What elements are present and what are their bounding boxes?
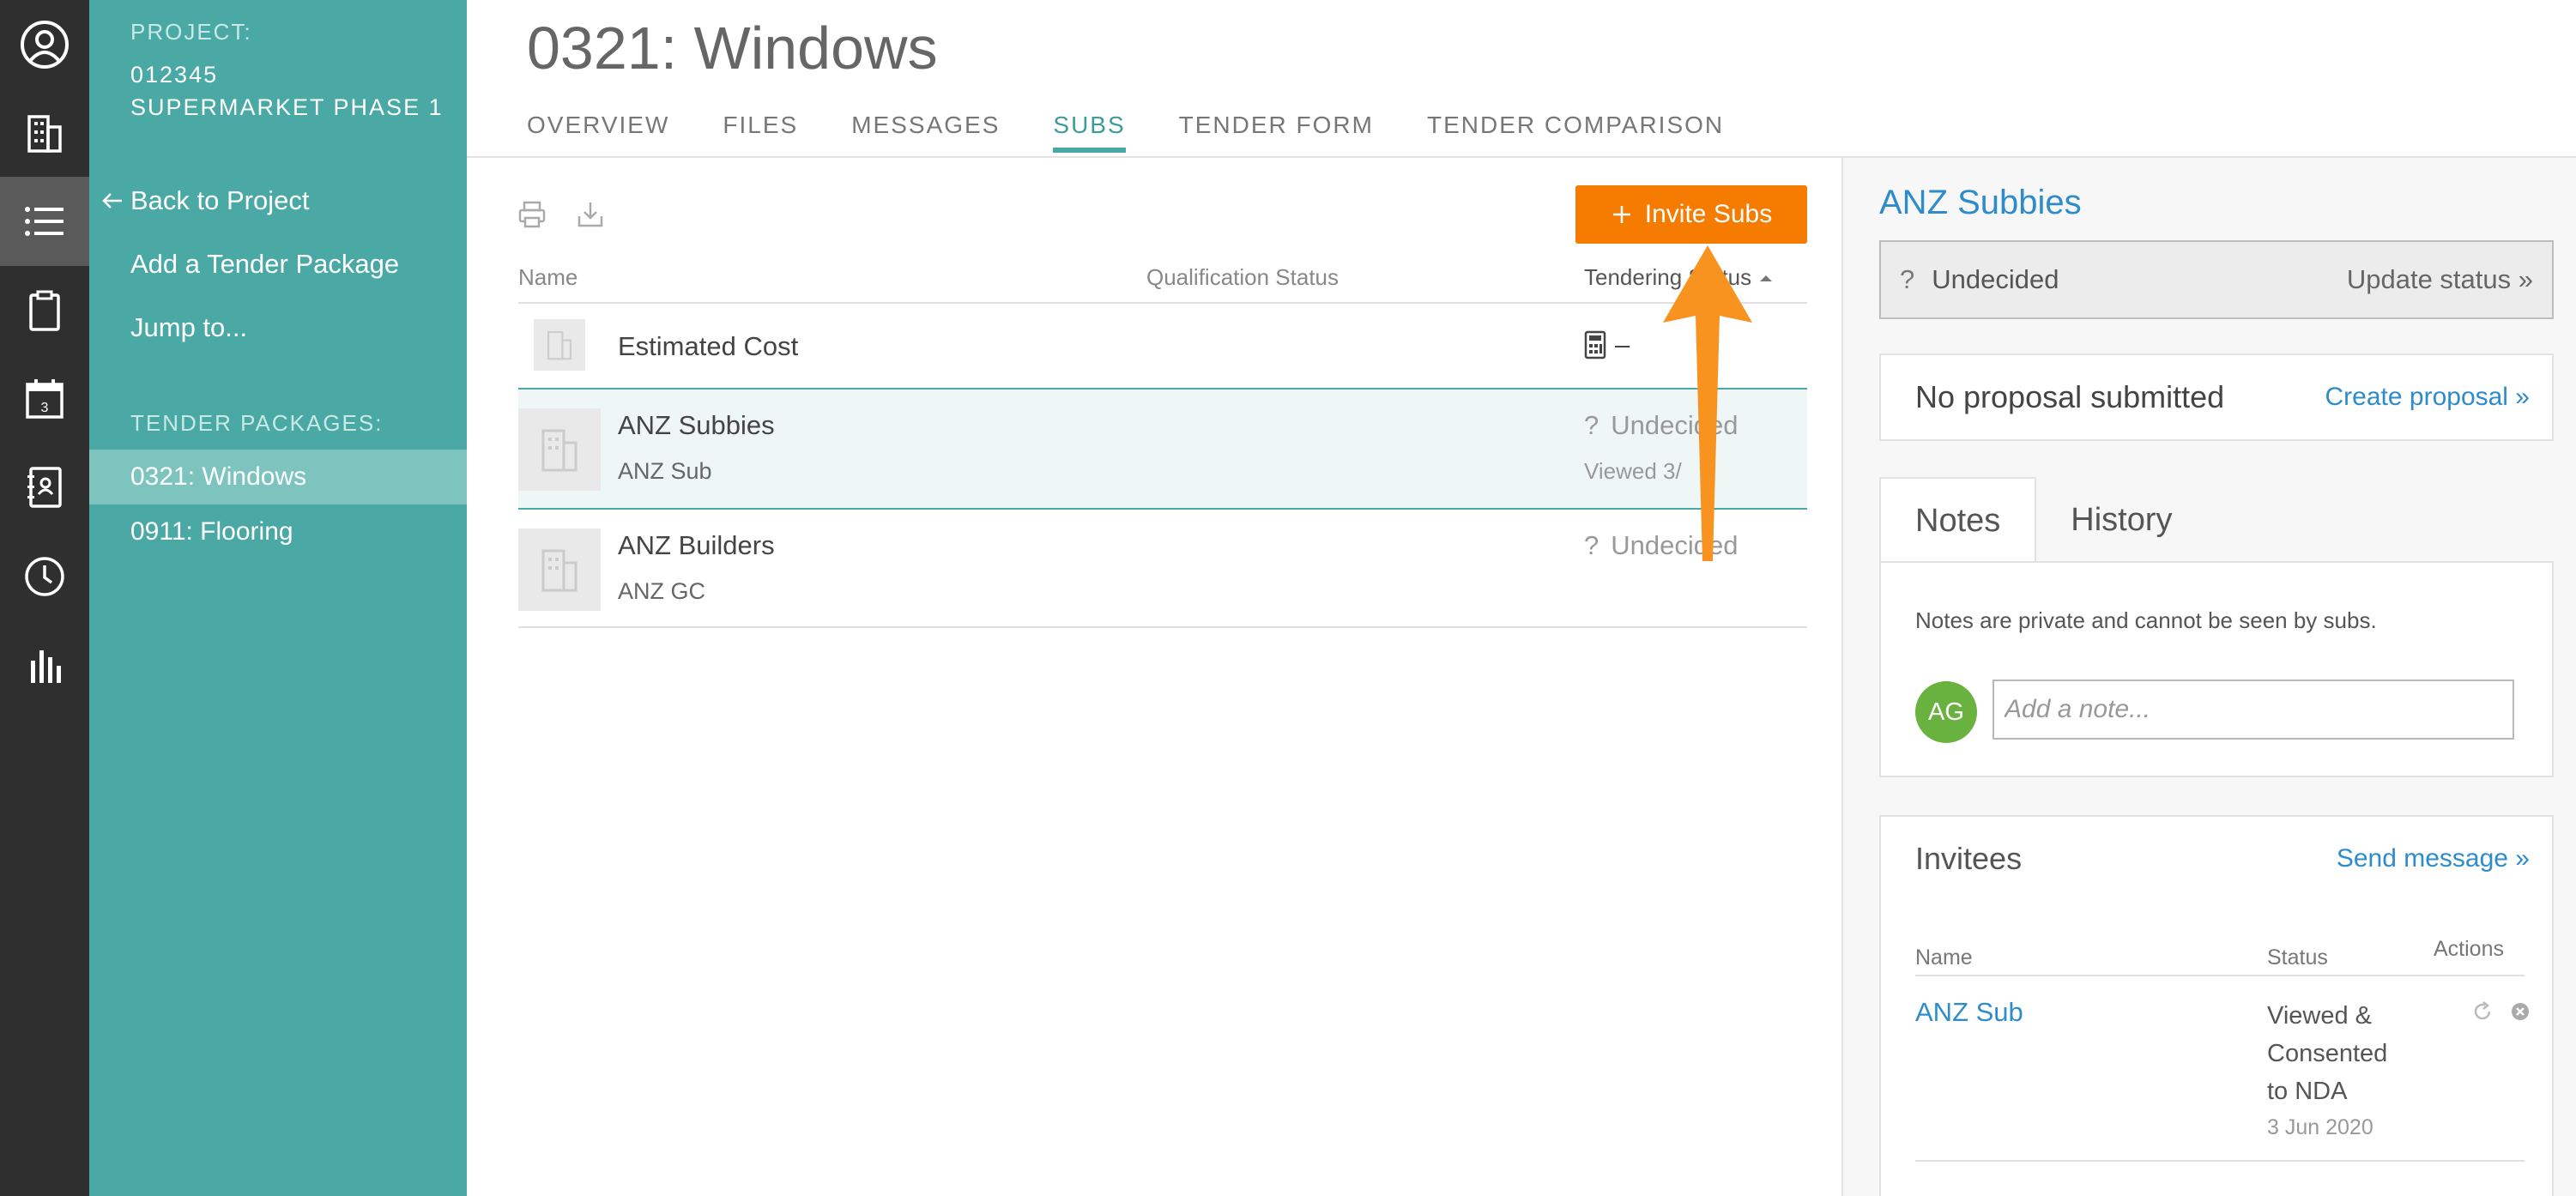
- invitees-column-status: Status: [2267, 945, 2328, 969]
- icon-rail: 3: [0, 0, 89, 1196]
- status-box: ? Undecided Update status »: [1879, 240, 2554, 319]
- rail-reports[interactable]: [0, 621, 89, 710]
- arrow-up-annotation-icon: [1663, 245, 1752, 561]
- page-title: 0321: Windows: [527, 15, 938, 82]
- calculator-icon: [1584, 330, 1606, 359]
- project-sidebar: PROJECT: 012345 SUPERMARKET PHASE 1 Back…: [89, 0, 467, 1196]
- proposal-status: No proposal submitted: [1915, 379, 2225, 414]
- contacts-book-icon: [27, 467, 62, 508]
- arrow-left-icon: [102, 193, 122, 208]
- notes-card: Notes are private and cannot be seen by …: [1879, 561, 2554, 777]
- add-tender-package-link[interactable]: Add a Tender Package: [130, 249, 399, 280]
- question-icon: ?: [1584, 530, 1599, 560]
- rail-history[interactable]: [0, 532, 89, 621]
- notes-info: Notes are private and cannot be seen by …: [1915, 607, 2377, 633]
- invitees-column-name: Name: [1915, 945, 1973, 969]
- sub-name[interactable]: ANZ Builders: [618, 530, 775, 561]
- estimated-cost-value[interactable]: –: [1584, 329, 1630, 360]
- tab-messages[interactable]: MESSAGES: [851, 112, 1000, 153]
- invitee-status: Viewed & Consented to NDA 3 Jun 2020: [2267, 997, 2387, 1145]
- invitees-column-actions: Actions: [2434, 937, 2504, 961]
- create-proposal-link[interactable]: Create proposal »: [2325, 383, 2530, 412]
- building-placeholder-icon: [547, 331, 571, 360]
- proposal-card: No proposal submitted Create proposal »: [1879, 353, 2554, 441]
- sub-contact: ANZ GC: [618, 578, 706, 604]
- invitee-status-line: to NDA: [2267, 1078, 2348, 1105]
- clock-icon: [25, 557, 64, 596]
- sub-contact: ANZ Sub: [618, 458, 712, 484]
- back-to-project-link[interactable]: Back to Project: [100, 185, 309, 216]
- building-placeholder-icon: [541, 549, 577, 592]
- tender-package-flooring[interactable]: 0911: Flooring: [89, 504, 467, 559]
- svg-text:3: 3: [41, 401, 49, 415]
- avatar: AG: [1915, 681, 1977, 743]
- clipboard-icon: [29, 290, 60, 331]
- send-message-link[interactable]: Send message »: [2337, 844, 2530, 873]
- tab-tender-comparison[interactable]: TENDER COMPARISON: [1427, 112, 1724, 153]
- project-name: SUPERMARKET PHASE 1: [130, 94, 444, 120]
- rail-contacts[interactable]: [0, 443, 89, 532]
- row-divider: [518, 626, 1807, 628]
- building-icon: [27, 115, 62, 153]
- tender-packages-label: TENDER PACKAGES:: [130, 410, 384, 436]
- estimated-cost-label: Estimated Cost: [618, 331, 799, 361]
- invitees-header-divider: [1915, 975, 2525, 976]
- tab-files[interactable]: FILES: [723, 112, 798, 153]
- invitees-title: Invitees: [1915, 841, 2023, 876]
- invitees-card: Invitees Send message » Name Status Acti…: [1879, 815, 2554, 1196]
- tab-tender-form[interactable]: TENDER FORM: [1179, 112, 1374, 153]
- plus-icon: [1612, 206, 1630, 223]
- column-name[interactable]: Name: [518, 264, 577, 291]
- sub-detail-panel: ANZ Subbies ? Undecided Update status » …: [1841, 158, 2576, 1196]
- tab-overview[interactable]: OVERVIEW: [527, 112, 669, 153]
- rail-user[interactable]: [0, 0, 89, 89]
- user-icon: [21, 21, 69, 69]
- back-to-project-label: Back to Project: [130, 185, 310, 215]
- detail-status: Undecided: [1932, 264, 2059, 294]
- jump-to-link[interactable]: Jump to...: [130, 312, 247, 343]
- tender-package-windows[interactable]: 0321: Windows: [89, 450, 467, 504]
- invitees-row-divider: [1915, 1160, 2525, 1162]
- invitee-status-line: Consented: [2267, 1040, 2388, 1067]
- update-status-link[interactable]: Update status »: [2347, 264, 2533, 295]
- sub-thumb: [518, 408, 601, 491]
- building-placeholder-icon: [541, 429, 577, 472]
- detail-title[interactable]: ANZ Subbies: [1879, 184, 2082, 222]
- header-row-divider: [518, 302, 1807, 304]
- tab-notes[interactable]: Notes: [1879, 477, 2037, 563]
- remove-icon[interactable]: [2509, 1000, 2531, 1023]
- print-icon[interactable]: [517, 199, 547, 230]
- rail-projects[interactable]: [0, 89, 89, 178]
- sort-up-icon: [1760, 275, 1773, 281]
- table-row[interactable]: [518, 388, 1807, 510]
- refresh-icon[interactable]: [2471, 1000, 2494, 1023]
- notes-history-tabs: Notes History: [1879, 477, 2207, 563]
- rail-calendar[interactable]: 3: [0, 355, 89, 444]
- sub-thumb: [518, 529, 601, 611]
- project-label: PROJECT:: [130, 19, 252, 45]
- download-icon[interactable]: [575, 199, 606, 230]
- list-icon: [25, 207, 63, 236]
- note-input[interactable]: [1992, 680, 2514, 740]
- project-info: 012345 SUPERMARKET PHASE 1: [130, 58, 444, 124]
- estimated-cost-amount: –: [1615, 329, 1630, 359]
- project-number: 012345: [130, 62, 219, 88]
- question-icon: ?: [1900, 264, 1915, 294]
- bar-chart-icon: [31, 650, 61, 683]
- invite-subs-button[interactable]: Invite Subs: [1575, 185, 1807, 244]
- estimated-cost-thumb: [534, 319, 585, 371]
- column-qualification-status[interactable]: Qualification Status: [1146, 264, 1339, 291]
- rail-tasks[interactable]: [0, 266, 89, 355]
- calendar-icon: 3: [26, 379, 63, 419]
- tab-history[interactable]: History: [2036, 477, 2206, 563]
- package-tabs: OVERVIEW FILES MESSAGES SUBS TENDER FORM…: [527, 112, 1777, 153]
- invitee-name-link[interactable]: ANZ Sub: [1915, 997, 2023, 1028]
- tab-subs[interactable]: SUBS: [1053, 112, 1126, 153]
- sub-name[interactable]: ANZ Subbies: [618, 410, 775, 441]
- rail-tenders[interactable]: [0, 177, 89, 266]
- question-icon: ?: [1584, 410, 1599, 440]
- invitee-status-line: Viewed &: [2267, 1002, 2372, 1030]
- invitee-status-date: 3 Jun 2020: [2267, 1115, 2373, 1139]
- invite-subs-label: Invite Subs: [1644, 200, 1773, 228]
